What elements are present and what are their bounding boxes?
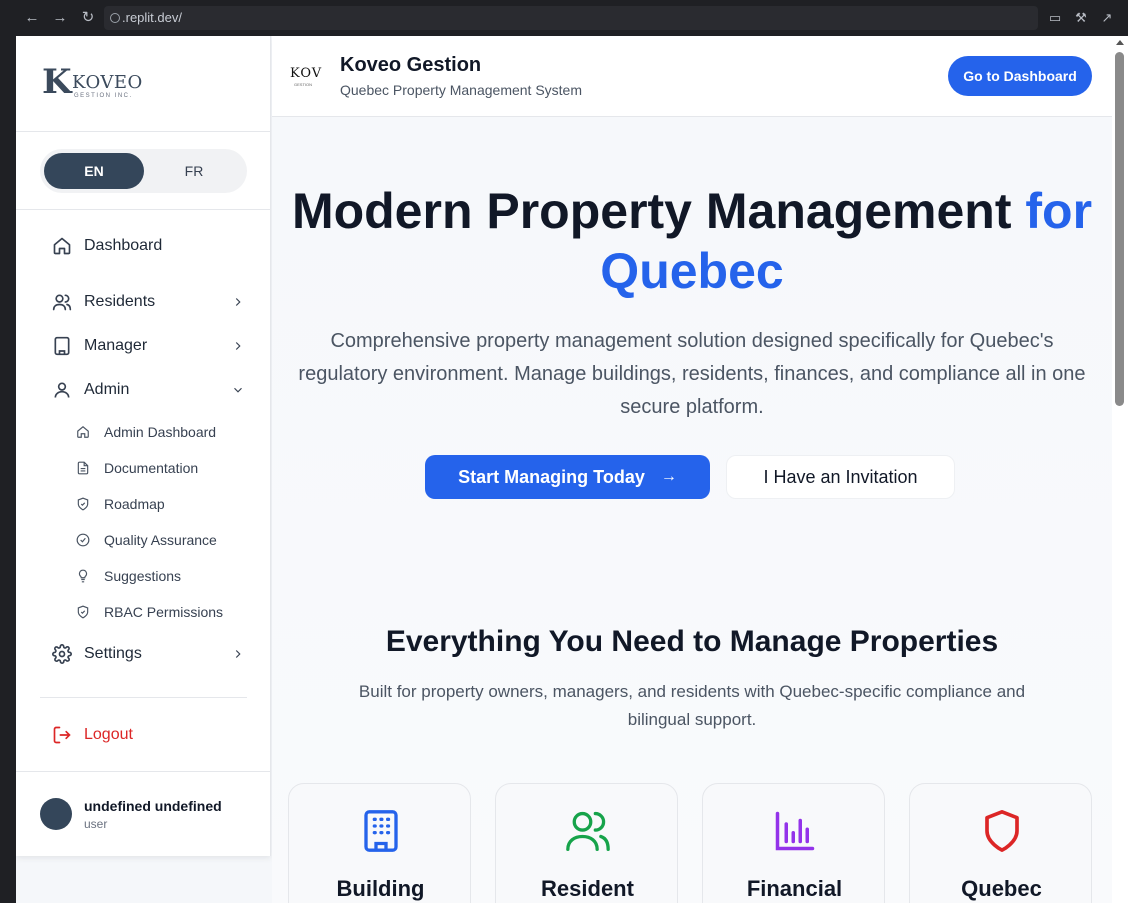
url-bar[interactable]: .replit.dev/ (104, 6, 1038, 30)
scroll-thumb[interactable] (1115, 52, 1124, 406)
admin-sub-label: Admin Dashboard (104, 424, 217, 440)
chevron-right-icon (230, 646, 246, 662)
feature-card-title: Quebec (961, 876, 1042, 901)
sidebar-item-label: Dashboard (84, 237, 163, 254)
hero-description: Comprehensive property management soluti… (298, 330, 1086, 418)
chevron-down-icon (230, 382, 246, 398)
hero-title: Modern Property Management for Quebec (272, 181, 1112, 301)
external-link-icon[interactable]: ↗ (1098, 9, 1116, 27)
devices-icon[interactable]: ▭ (1046, 9, 1064, 27)
sidebar-item-label: Settings (84, 645, 142, 662)
sidebar-item-label: Manager (84, 337, 148, 354)
invitation-button[interactable]: I Have an Invitation (726, 455, 955, 499)
forward-icon[interactable]: → (50, 8, 70, 28)
sidebar-item-admin[interactable]: Admin (40, 372, 248, 408)
sidebar-item-manager[interactable]: Manager (40, 328, 248, 364)
admin-sub-rbac-permissions[interactable]: RBAC Permissions (76, 598, 256, 626)
user-icon (52, 380, 72, 400)
features-title: Everything You Need to Manage Properties (385, 625, 999, 658)
sidebar-item-dashboard[interactable]: Dashboard (40, 228, 248, 264)
shield-icon (980, 808, 1024, 854)
gear-icon (52, 644, 72, 664)
chevron-right-icon (230, 338, 246, 354)
hero-title-blue-1: for (1025, 183, 1093, 239)
sidebar: K KOVEO GESTION INC. EN FR Dashboard Res… (16, 36, 271, 856)
link-icon (110, 13, 120, 23)
start-managing-label: Start Managing Today (458, 466, 645, 487)
building-icon (52, 336, 72, 356)
logout-label: Logout (84, 726, 133, 743)
admin-sub-quality-assurance[interactable]: Quality Assurance (76, 526, 256, 554)
scroll-up-icon[interactable] (1116, 40, 1124, 45)
admin-sub-suggestions[interactable]: Suggestions (76, 562, 256, 590)
bar-chart-icon (773, 808, 817, 854)
sidebar-divider (40, 697, 247, 698)
admin-sub-documentation[interactable]: Documentation (76, 454, 256, 482)
language-toggle: EN FR (40, 149, 247, 193)
feature-card-title: Resident (541, 876, 634, 901)
lang-fr-button[interactable]: FR (144, 153, 244, 189)
header-logo-sub: GESTION (294, 82, 313, 87)
user-role: user (84, 817, 108, 831)
avatar (40, 798, 72, 830)
feature-card-title: Financial (746, 876, 843, 901)
logo-letter: K (42, 62, 72, 102)
users-icon (566, 808, 610, 854)
page: K KOVEO GESTION INC. EN FR Dashboard Res… (16, 36, 1128, 903)
logo-sub: GESTION INC. (74, 93, 133, 99)
header-title: Koveo Gestion (340, 54, 482, 76)
check-circle-icon (76, 533, 90, 547)
arrow-right-icon: → (660, 468, 677, 485)
sidebar-logo[interactable]: K KOVEO GESTION INC. (16, 36, 270, 132)
sidebar-item-residents[interactable]: Residents (40, 284, 248, 320)
lightbulb-icon (76, 569, 90, 583)
go-to-dashboard-button[interactable]: Go to Dashboard (948, 56, 1092, 96)
admin-sub-roadmap[interactable]: Roadmap (76, 490, 256, 518)
logo-word: KOVEO (72, 72, 143, 93)
sidebar-item-label: Residents (84, 293, 156, 310)
admin-sub-label: Documentation (104, 460, 199, 476)
hero-title-blue-2: Quebec (600, 243, 784, 299)
feature-card-title: Building (336, 876, 425, 901)
page-scrollbar[interactable] (1112, 36, 1128, 903)
main-content: Modern Property Management for Quebec Co… (272, 117, 1112, 903)
admin-sub-label: Suggestions (104, 568, 182, 584)
reload-icon[interactable]: ↻ (78, 8, 98, 28)
admin-sub-admin-dashboard[interactable]: Admin Dashboard (76, 418, 256, 446)
sidebar-item-label: Admin (84, 381, 130, 398)
logout-button[interactable]: Logout (40, 717, 248, 753)
header-logo: KOV (290, 66, 323, 81)
users-icon (52, 292, 72, 312)
browser-toolbar: ← → ↻ .replit.dev/ ▭ ⚒ ↗ (0, 0, 1128, 36)
logout-icon (52, 725, 72, 745)
language-section: EN FR (16, 132, 270, 210)
top-header: KOV GESTION Koveo Gestion Quebec Propert… (272, 36, 1112, 117)
shield-icon (76, 605, 90, 619)
url-text: .replit.dev/ (122, 10, 182, 25)
feature-card-financial[interactable]: Financial (702, 783, 885, 903)
features-description: Built for property owners, managers, and… (358, 682, 1026, 729)
user-name: undefined undefined (84, 798, 222, 814)
header-subtitle: Quebec Property Management System (340, 82, 583, 98)
admin-sub-label: Roadmap (104, 496, 165, 512)
start-managing-button[interactable]: Start Managing Today → (425, 455, 710, 499)
feature-card-quebec[interactable]: Quebec (909, 783, 1092, 903)
user-profile[interactable]: undefined undefined user (16, 771, 271, 856)
document-icon (76, 461, 90, 475)
feature-card-resident[interactable]: Resident (495, 783, 678, 903)
window-gutter (0, 36, 16, 903)
feature-card-building[interactable]: Building (288, 783, 471, 903)
building-icon (359, 808, 403, 854)
admin-sub-label: RBAC Permissions (104, 604, 224, 620)
shield-icon (76, 497, 90, 511)
home-icon (52, 236, 72, 256)
hero-title-dark: Modern Property Management (291, 183, 1026, 239)
chevron-right-icon (230, 294, 246, 310)
home-icon (76, 425, 90, 439)
admin-sub-label: Quality Assurance (104, 532, 217, 548)
back-icon[interactable]: ← (22, 8, 42, 28)
sidebar-item-settings[interactable]: Settings (40, 636, 248, 672)
lang-en-button[interactable]: EN (44, 153, 144, 189)
wrench-icon[interactable]: ⚒ (1072, 9, 1090, 27)
